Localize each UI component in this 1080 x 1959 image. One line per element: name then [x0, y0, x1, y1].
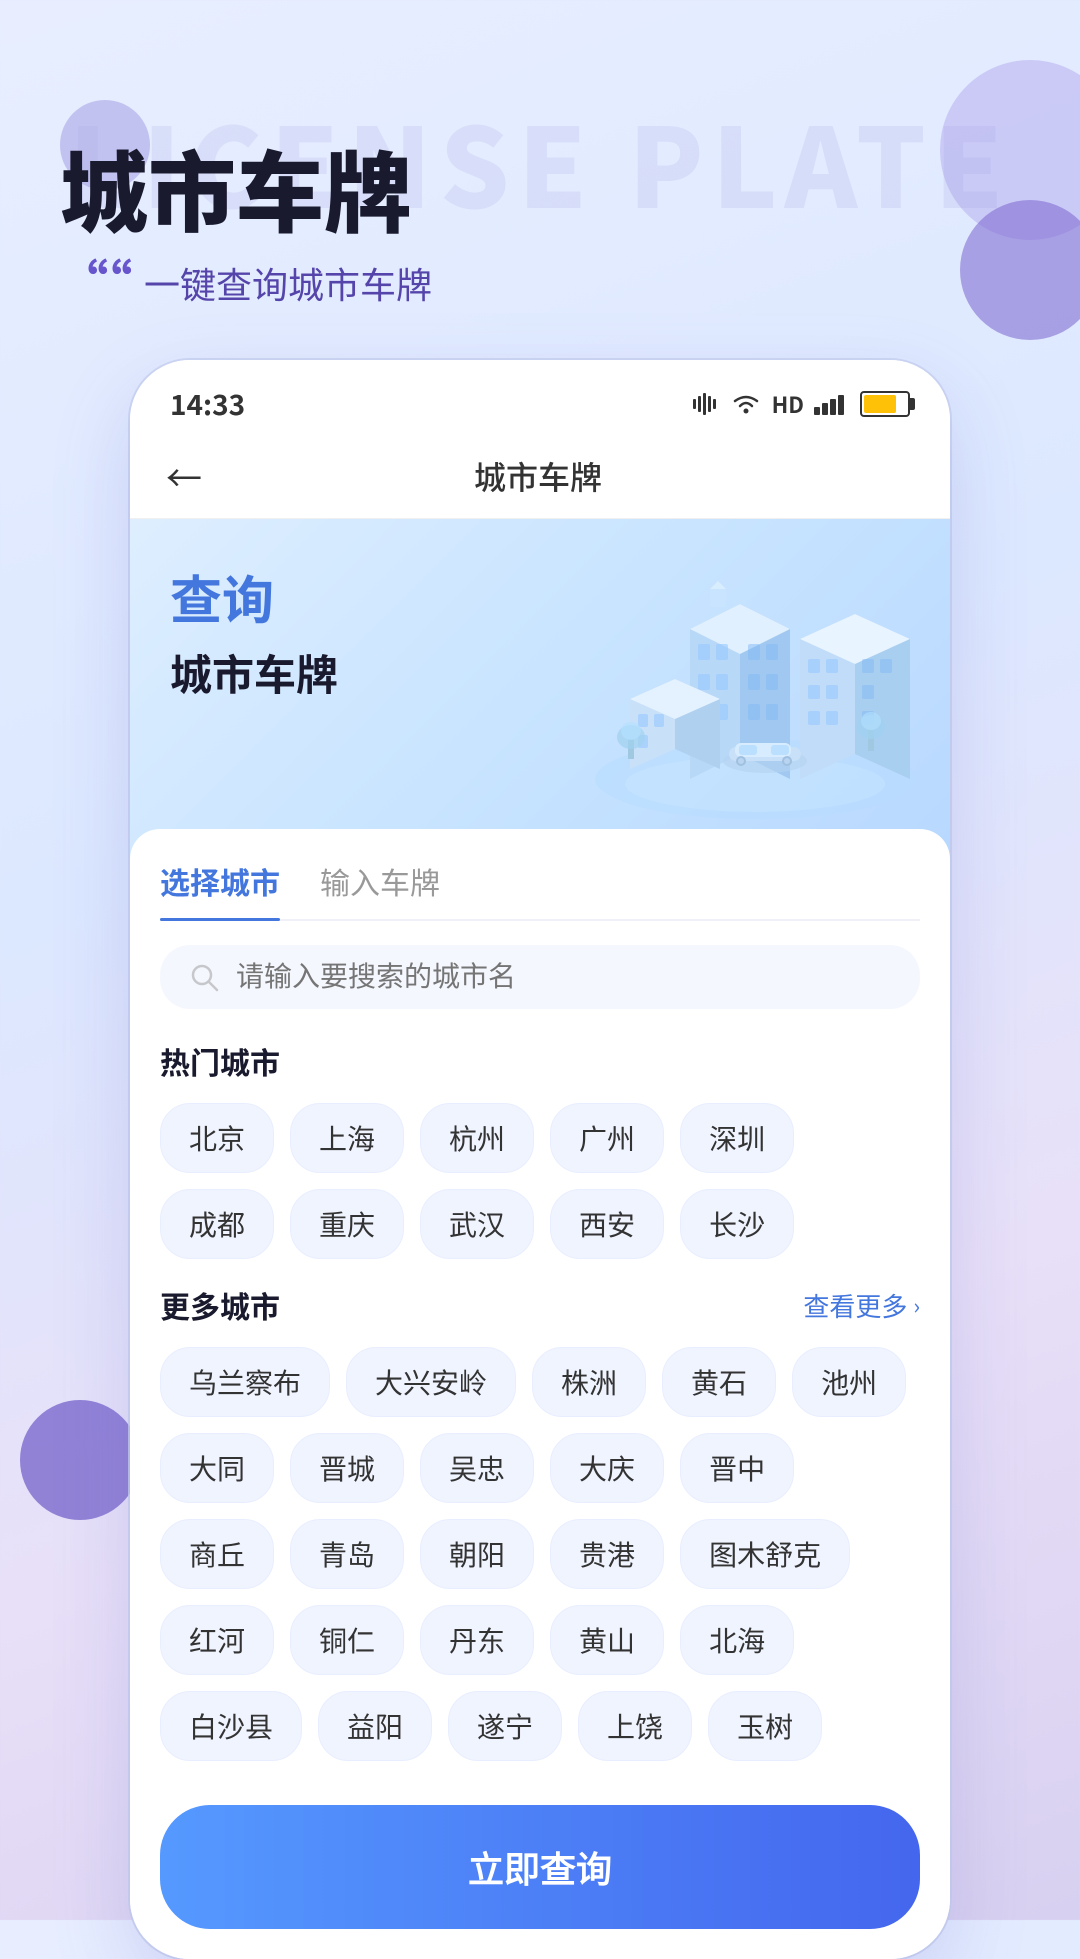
more-cities-title: 更多城市 — [160, 1283, 280, 1327]
vibrate-icon — [692, 393, 720, 415]
hot-city-tag[interactable]: 成都 — [160, 1189, 274, 1259]
hot-city-tag[interactable]: 深圳 — [680, 1103, 794, 1173]
more-city-tag[interactable]: 商丘 — [160, 1519, 274, 1589]
hot-city-tag[interactable]: 西安 — [550, 1189, 664, 1259]
more-city-tag[interactable]: 铜仁 — [290, 1605, 404, 1675]
back-button[interactable]: ← — [166, 450, 202, 502]
more-city-tag[interactable]: 图木舒克 — [680, 1519, 850, 1589]
tabs-row: 选择城市 输入车牌 — [160, 859, 920, 921]
phone-mockup: 14:33 HD — [130, 360, 950, 1959]
hot-cities-tags: 北京上海杭州广州深圳成都重庆武汉西安长沙 — [160, 1103, 920, 1259]
more-city-tag[interactable]: 黄山 — [550, 1605, 664, 1675]
status-icons: HD — [692, 388, 910, 420]
more-cities-tags: 乌兰察布大兴安岭株洲黄石池州大同晋城吴忠大庆晋中商丘青岛朝阳贵港图木舒克红河铜仁… — [160, 1347, 920, 1761]
view-more-row[interactable]: 查看更多 › — [803, 1287, 920, 1324]
more-city-tag[interactable]: 丹东 — [420, 1605, 534, 1675]
view-more-label[interactable]: 查看更多 — [803, 1287, 907, 1324]
hot-cities-title: 热门城市 — [160, 1039, 920, 1083]
hot-city-tag[interactable]: 上海 — [290, 1103, 404, 1173]
more-city-tag[interactable]: 青岛 — [290, 1519, 404, 1589]
more-city-tag[interactable]: 北海 — [680, 1605, 794, 1675]
hero-banner: 查询 城市车牌 — [130, 519, 950, 859]
battery-icon — [860, 391, 910, 417]
more-city-tag[interactable]: 白沙县 — [160, 1691, 302, 1761]
hot-city-tag[interactable]: 广州 — [550, 1103, 664, 1173]
tab-enter-plate[interactable]: 输入车牌 — [320, 859, 440, 919]
wifi-icon — [730, 393, 762, 415]
hot-city-tag[interactable]: 武汉 — [420, 1189, 534, 1259]
more-city-tag[interactable]: 吴忠 — [420, 1433, 534, 1503]
header-section: 城市车牌 ““ 一键查询城市车牌 — [60, 140, 432, 309]
more-city-tag[interactable]: 遂宁 — [448, 1691, 562, 1761]
more-city-tag[interactable]: 贵港 — [550, 1519, 664, 1589]
more-city-tag[interactable]: 黄石 — [662, 1347, 776, 1417]
search-input[interactable] — [236, 961, 892, 993]
status-time: 14:33 — [170, 384, 245, 424]
more-city-tag[interactable]: 池州 — [792, 1347, 906, 1417]
more-city-tag[interactable]: 红河 — [160, 1605, 274, 1675]
subtitle-text: 一键查询城市车牌 — [144, 257, 432, 309]
more-city-tag[interactable]: 大同 — [160, 1433, 274, 1503]
hot-city-tag[interactable]: 杭州 — [420, 1103, 534, 1173]
more-city-tag[interactable]: 玉树 — [708, 1691, 822, 1761]
signal-icon — [814, 393, 850, 415]
main-title: 城市车牌 — [60, 140, 432, 237]
search-icon — [188, 961, 220, 993]
city-illustration — [570, 519, 940, 839]
more-city-tag[interactable]: 大兴安岭 — [346, 1347, 516, 1417]
tab-select-city[interactable]: 选择城市 — [160, 859, 280, 919]
more-city-tag[interactable]: 晋中 — [680, 1433, 794, 1503]
nav-bar: ← 城市车牌 — [130, 434, 950, 519]
view-more-arrow-icon: › — [913, 1289, 920, 1321]
more-city-tag[interactable]: 益阳 — [318, 1691, 432, 1761]
more-city-tag[interactable]: 乌兰察布 — [160, 1347, 330, 1417]
nav-title: 城市车牌 — [202, 453, 874, 499]
hd-label: HD — [772, 388, 804, 420]
subtitle-row: ““ 一键查询城市车牌 — [60, 257, 432, 309]
more-city-tag[interactable]: 朝阳 — [420, 1519, 534, 1589]
search-box — [160, 945, 920, 1009]
more-cities-header: 更多城市 查看更多 › — [160, 1283, 920, 1327]
quote-mark: ““ — [60, 255, 132, 303]
more-city-tag[interactable]: 株洲 — [532, 1347, 646, 1417]
more-city-tag[interactable]: 上饶 — [578, 1691, 692, 1761]
content-area: 选择城市 输入车牌 热门城市 北京上海杭州广州深圳成都重庆武汉西安长沙 更多城市… — [130, 829, 950, 1959]
more-city-tag[interactable]: 大庆 — [550, 1433, 664, 1503]
status-bar: 14:33 HD — [130, 360, 950, 434]
hot-city-tag[interactable]: 长沙 — [680, 1189, 794, 1259]
bg-decor-circle-3 — [20, 1400, 140, 1520]
query-button[interactable]: 立即查询 — [160, 1805, 920, 1929]
more-city-tag[interactable]: 晋城 — [290, 1433, 404, 1503]
hot-city-tag[interactable]: 重庆 — [290, 1189, 404, 1259]
hot-city-tag[interactable]: 北京 — [160, 1103, 274, 1173]
